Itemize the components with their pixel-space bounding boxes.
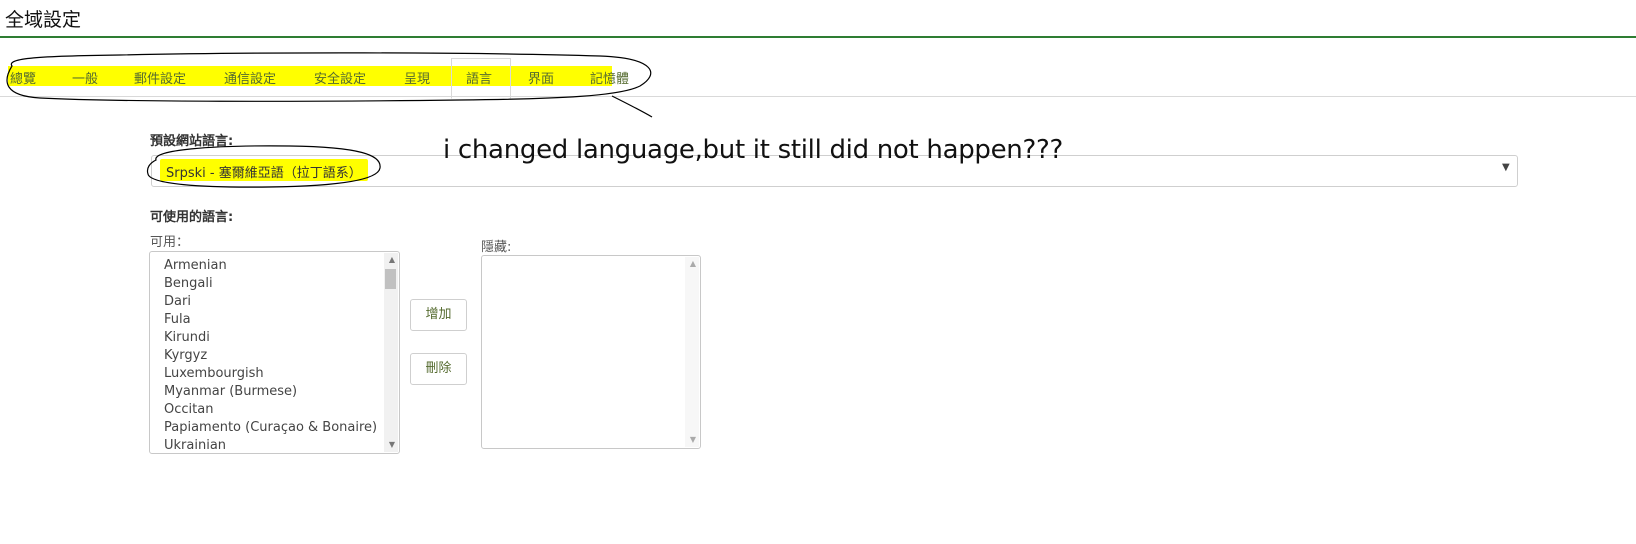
page-title: 全域設定 (5, 9, 82, 31)
chevron-down-icon[interactable]: ▼ (1502, 162, 1510, 173)
list-item[interactable]: Bengali (164, 275, 377, 293)
tab-overview[interactable]: 總覽 (10, 68, 36, 87)
scroll-up-icon[interactable]: ▲ (690, 260, 696, 268)
hidden-list-label: 隱藏: (481, 240, 512, 255)
header-divider (0, 36, 1636, 38)
list-item[interactable]: Ukrainian (164, 437, 377, 453)
available-languages-list[interactable]: Armenian Bengali Dari Fula Kirundi Kyrgy… (149, 251, 400, 454)
scroll-up-icon[interactable]: ▲ (389, 256, 395, 264)
available-list-label: 可用： (150, 235, 190, 250)
tab-memory[interactable]: 記憶體 (590, 68, 629, 87)
list-item[interactable]: Papiamento (Curaçao & Bonaire) (164, 419, 377, 437)
tab-mail-settings[interactable]: 郵件設定 (134, 68, 186, 87)
tab-general[interactable]: 一般 (72, 68, 98, 87)
tab-interface[interactable]: 界面 (528, 68, 554, 87)
tabs-highlight (8, 66, 612, 86)
scroll-down-icon[interactable]: ▼ (389, 441, 395, 449)
list-item[interactable]: Armenian (164, 257, 377, 275)
annotation-text: i changed language,but it still did not … (443, 135, 1063, 164)
list-item[interactable]: Kyrgyz (164, 347, 377, 365)
tab-messaging-settings[interactable]: 通信設定 (224, 68, 276, 87)
tabs-divider (0, 96, 1636, 97)
scroll-down-icon[interactable]: ▼ (690, 436, 696, 444)
hidden-list-scrollbar[interactable] (685, 257, 699, 447)
available-list-scroll-thumb[interactable] (385, 269, 396, 289)
list-item[interactable]: Occitan (164, 401, 377, 419)
default-language-value: Srpski - 塞爾維亞語（拉丁語系） (166, 166, 362, 181)
tabs-circle-tail (611, 95, 653, 118)
available-languages-label: 可使用的語言: (150, 210, 234, 225)
remove-language-button[interactable]: 刪除 (410, 353, 467, 385)
list-item[interactable]: Luxembourgish (164, 365, 377, 383)
list-item[interactable]: Kirundi (164, 329, 377, 347)
tab-security-settings[interactable]: 安全設定 (314, 68, 366, 87)
hidden-languages-list[interactable]: ▲ ▼ (481, 255, 701, 449)
available-list-items: Armenian Bengali Dari Fula Kirundi Kyrgy… (164, 257, 377, 453)
tab-language[interactable]: 語言 (466, 68, 492, 87)
default-language-label: 預設網站語言: (150, 134, 234, 149)
list-item[interactable]: Fula (164, 311, 377, 329)
add-language-button[interactable]: 增加 (410, 299, 467, 331)
list-item[interactable]: Myanmar (Burmese) (164, 383, 377, 401)
tab-appearance[interactable]: 呈現 (404, 68, 430, 87)
list-item[interactable]: Dari (164, 293, 377, 311)
